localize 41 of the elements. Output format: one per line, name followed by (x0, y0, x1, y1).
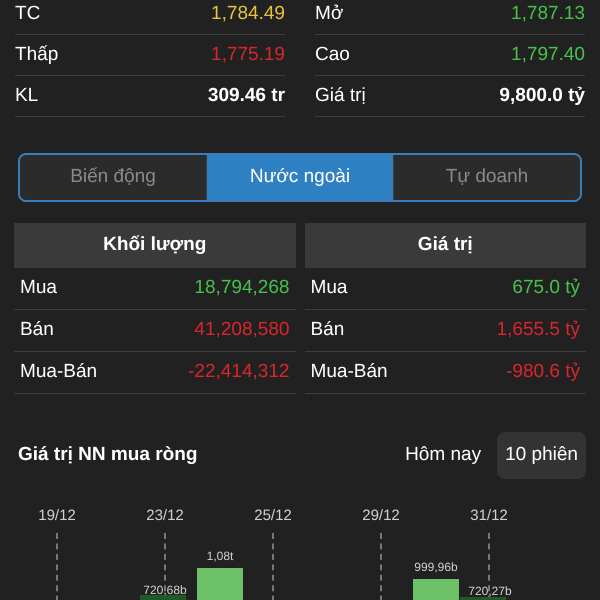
stat-value: 309.46 tr (208, 84, 285, 108)
bar-value-label: 720,27b (468, 583, 512, 600)
date-label: 23/12 (146, 506, 184, 526)
period-tab[interactable]: 10 phiên (497, 432, 586, 479)
bar-value-label: 999,96b (414, 559, 458, 576)
tab[interactable]: Biến động (20, 155, 206, 200)
row-value: 18,794,268 (194, 276, 290, 300)
stat-value: 9,800.0 tỷ (499, 84, 585, 108)
row-label: Bán (310, 318, 344, 342)
row-value: 675.0 tỷ (512, 276, 580, 300)
row-value: 41,208,580 (194, 318, 290, 342)
date-label: 19/12 (38, 506, 76, 526)
row-label: Mua-Bán (20, 360, 98, 384)
row-label: Mua (310, 276, 348, 300)
stat-value: 1,797.40 (511, 42, 585, 67)
row-label: Mua-Bán (310, 360, 388, 384)
section-title: Giá trị NN mua ròng (18, 443, 198, 468)
stat-value: 1,787.13 (511, 2, 585, 26)
stat-value: 1,775.19 (211, 42, 285, 67)
tab[interactable]: Nước ngoài (206, 155, 393, 200)
date-label: 25/12 (254, 506, 292, 526)
row-value: -22,414,312 (188, 360, 290, 384)
date-label: 29/12 (362, 506, 400, 526)
row-value: -980.6 tỷ (506, 360, 580, 384)
date-label: 31/12 (470, 506, 508, 526)
stat-label: Cao (315, 42, 350, 67)
stat-label: Mở (315, 2, 344, 26)
row-label: Bán (20, 318, 54, 342)
panel-header: Khối lượng (14, 223, 296, 268)
stat-value: 1,784.49 (211, 2, 285, 26)
bar-value-label: 1,08t (206, 548, 234, 565)
row-value: 1,655.5 tỷ (496, 318, 580, 342)
row-label: Mua (20, 276, 57, 300)
period-tab[interactable]: Hôm nay (397, 432, 490, 479)
stat-label: Giá trị (315, 84, 366, 108)
panel-header: Giá trị (304, 223, 586, 268)
stat-label: Thấp (15, 42, 58, 67)
stat-label: KL (15, 84, 38, 108)
stat-label: TC (15, 2, 40, 26)
tab[interactable]: Tự doanh (393, 155, 580, 200)
bar-value-label: 720,68b (143, 582, 187, 599)
